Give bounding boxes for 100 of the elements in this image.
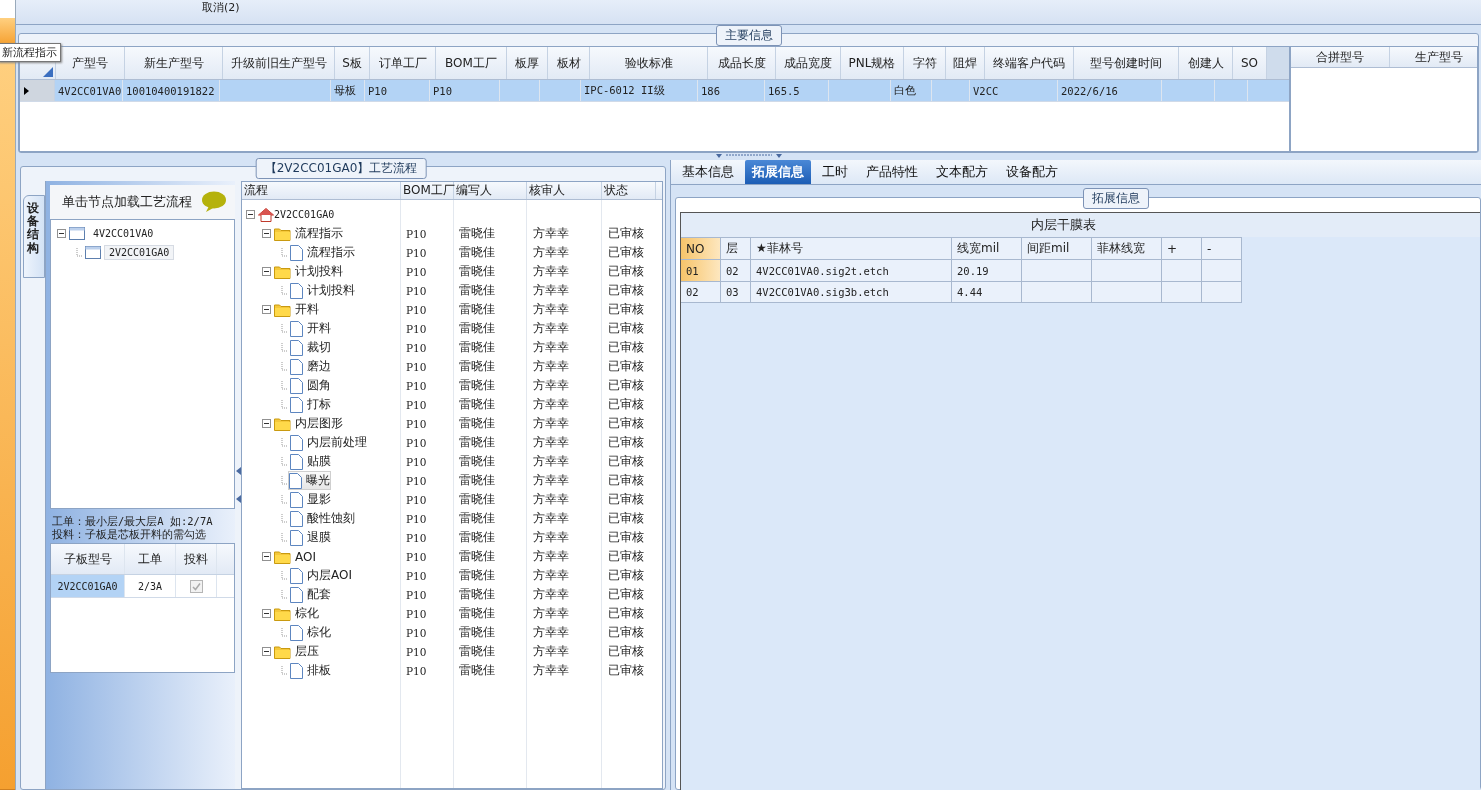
tree-node[interactable]: 打标 (290, 396, 331, 413)
column-header[interactable]: 阻焊 (946, 47, 985, 79)
collapse-icon[interactable] (57, 229, 66, 238)
toolbar-label[interactable]: 取消(2) (202, 0, 240, 15)
column-header[interactable]: 终端客户代码 (985, 47, 1074, 79)
tree-node[interactable]: 2V2CC01GA0 (104, 245, 175, 260)
table-cell[interactable]: 02 (681, 281, 721, 303)
column-header[interactable]: 流程 (242, 182, 401, 199)
tree-node[interactable]: 排板 (290, 662, 331, 679)
tree-node[interactable]: 圆角 (290, 377, 331, 394)
tree-node[interactable]: 2V2CC01GA0 (258, 207, 335, 222)
table-cell-text: 雷晓佳 (458, 624, 496, 641)
tab[interactable]: 产品特性 (859, 160, 925, 184)
tree-line-icon (278, 476, 287, 485)
column-header[interactable]: 线宽mil (952, 237, 1022, 259)
tree-node[interactable]: 退膜 (290, 529, 331, 546)
column-header[interactable]: BOM工厂 (401, 182, 454, 199)
tree-node[interactable]: 内层图形 (274, 415, 343, 432)
column-header[interactable]: 验收标准 (590, 47, 708, 79)
column-header[interactable]: 板厚 (507, 47, 548, 79)
column-header[interactable]: 间距mil (1022, 237, 1092, 259)
table-cell-text: 雷晓佳 (458, 453, 496, 470)
column-header[interactable]: PNL规格 (841, 47, 904, 79)
checkbox[interactable] (189, 579, 203, 593)
column-header[interactable]: 层 (721, 237, 751, 259)
column-header[interactable]: 新生产型号 (125, 47, 223, 79)
side-panel-tab[interactable] (0, 17, 15, 46)
column-header[interactable]: 菲林线宽 (1092, 237, 1162, 259)
column-header[interactable]: 订单工厂 (370, 47, 436, 79)
side-tab[interactable]: 设备结构 (23, 195, 45, 278)
tree-node[interactable]: 内层前处理 (290, 434, 367, 451)
table-row[interactable]: 4V2CC01VA0 10010400191822 母板 P10 P10 IPC-6012 II级 186 165.5 白色 V2CC 2022/6/16 (20, 80, 1289, 102)
table-cell-text: 方幸幸 (532, 263, 570, 280)
collapse-arrow-icon[interactable] (235, 467, 241, 475)
collapse-icon[interactable] (262, 552, 271, 561)
collapse-icon[interactable] (262, 419, 271, 428)
column-header[interactable]: 编写人 (454, 182, 527, 199)
column-header[interactable]: + (1162, 237, 1202, 259)
tab[interactable]: 拓展信息 (745, 160, 811, 184)
row-header[interactable] (20, 80, 55, 101)
column-header[interactable]: 板材 (548, 47, 590, 79)
tab[interactable]: 设备配方 (999, 160, 1065, 184)
tree-line-icon (73, 248, 82, 257)
table-cell-text: 雷晓佳 (458, 491, 496, 508)
tree-node[interactable]: 内层AOI (290, 567, 352, 584)
collapse-icon[interactable] (246, 210, 255, 219)
table-cell[interactable]: 2V2CC01GA0 (51, 575, 125, 597)
tree-node[interactable]: AOI (274, 549, 316, 564)
tree-node[interactable]: 显影 (290, 491, 331, 508)
document-icon (290, 244, 303, 261)
tree-node[interactable]: 磨边 (290, 358, 331, 375)
column-header[interactable]: 成品宽度 (776, 47, 841, 79)
tree-node[interactable]: 流程指示 (290, 244, 355, 261)
tab[interactable]: 工时 (815, 160, 855, 184)
collapse-icon[interactable] (262, 609, 271, 618)
column-header[interactable]: BOM工厂 (436, 47, 507, 79)
table-cell[interactable]: 01 (681, 259, 721, 281)
collapse-arrow-icon[interactable] (235, 495, 241, 503)
table-cell: 4.44 (952, 281, 1022, 303)
table-cell (1022, 259, 1092, 281)
tab[interactable]: 文本配方 (929, 160, 995, 184)
column-header[interactable]: NO (681, 237, 721, 259)
column-header[interactable]: 生产型号 (1390, 47, 1481, 67)
tree-node[interactable]: 开料 (290, 320, 331, 337)
tree-line-icon (278, 286, 287, 295)
tab[interactable]: 基本信息 (675, 160, 741, 184)
tree-node[interactable]: 裁切 (290, 339, 331, 356)
column-header[interactable]: 型号创建时间 (1074, 47, 1179, 79)
tree-node[interactable]: 贴膜 (290, 453, 331, 470)
table-cell-text: P10 (405, 664, 428, 677)
tree-node[interactable]: 棕化 (274, 605, 319, 622)
column-header[interactable]: 成品长度 (708, 47, 776, 79)
tree-node[interactable]: 酸性蚀刻 (290, 510, 355, 527)
collapse-icon[interactable] (262, 267, 271, 276)
column-header[interactable]: 子板型号 (51, 544, 125, 574)
tree-node[interactable]: 棕化 (290, 624, 331, 641)
column-header[interactable]: 投料 (176, 544, 217, 574)
tree-node[interactable]: 流程指示 (274, 225, 343, 242)
collapse-icon[interactable] (262, 647, 271, 656)
column-header[interactable]: 升级前旧生产型号 (223, 47, 335, 79)
tree-node[interactable]: 计划投料 (274, 263, 343, 280)
tree-node[interactable]: 4V2CC01VA0 (88, 226, 159, 241)
tree-node[interactable]: 开料 (274, 301, 319, 318)
tree-node[interactable]: 配套 (290, 586, 331, 603)
collapse-icon[interactable] (262, 229, 271, 238)
tree-node[interactable]: 层压 (274, 643, 319, 660)
column-header[interactable]: 核审人 (527, 182, 602, 199)
splitter-grip[interactable] (713, 154, 784, 159)
column-header[interactable]: 合拼型号 (1291, 47, 1390, 67)
column-header[interactable]: - (1202, 237, 1242, 259)
tree-node[interactable]: 计划投料 (290, 282, 355, 299)
table-cell-text: 已审核 (607, 605, 645, 622)
column-header[interactable]: 创建人 (1179, 47, 1233, 79)
column-header[interactable]: 状态 (602, 182, 656, 199)
column-header[interactable]: 工单 (125, 544, 176, 574)
column-header[interactable]: 字符 (904, 47, 946, 79)
column-header[interactable]: ★菲林号 (751, 237, 952, 259)
tree-node[interactable]: 曝光 (288, 471, 331, 490)
column-header[interactable]: S板 (335, 47, 370, 79)
collapse-icon[interactable] (262, 305, 271, 314)
